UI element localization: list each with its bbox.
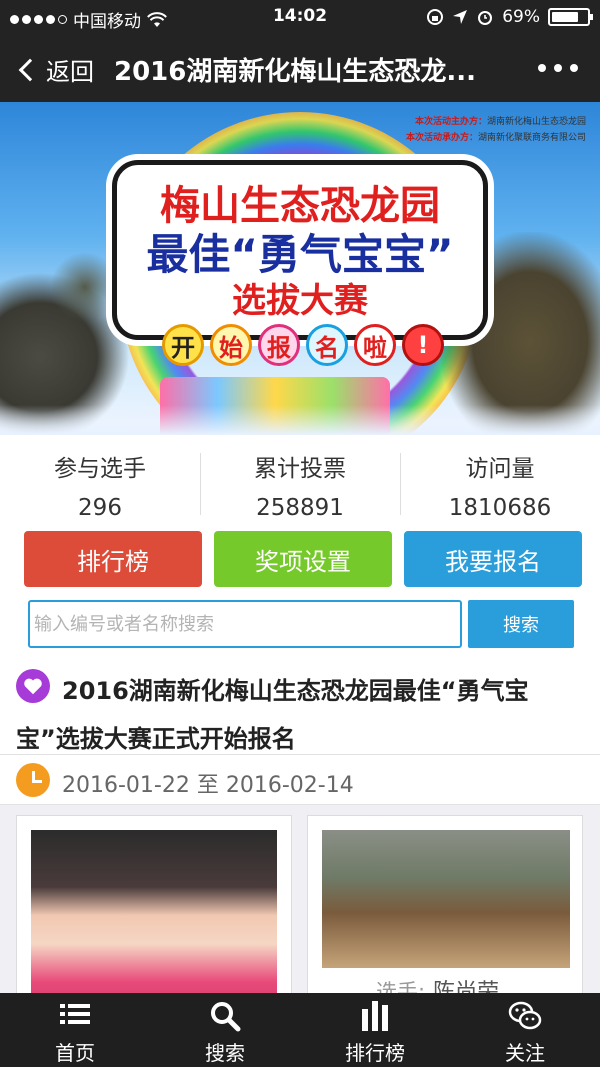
stat-label: 参与选手: [54, 456, 146, 482]
stats-panel: 参与选手 296 累计投票 258891 访问量 1810686: [0, 435, 600, 527]
stat-participants: 参与选手 296: [0, 435, 200, 527]
event-date-section: 2016-01-22 至 2016-02-14: [0, 755, 600, 805]
contestant-grid: 选手:陈尚荣: [0, 805, 600, 1015]
tab-follow[interactable]: 关注: [450, 993, 600, 1067]
tab-ranking[interactable]: 排行榜: [300, 993, 450, 1067]
event-title: 2016湖南新化梅山生态恐龙园最佳“勇气宝宝”选拔大赛正式开始报名: [16, 677, 529, 753]
alarm-icon: [478, 11, 493, 25]
banner-bubbles: 开 始 报 名 啦 !: [162, 324, 444, 366]
chevron-left-icon: [18, 58, 42, 81]
undertaker-name: 湖南新化聚联商务有限公司: [477, 133, 586, 143]
search-button[interactable]: 搜索: [468, 600, 574, 648]
event-title-section: 2016湖南新化梅山生态恐龙园最佳“勇气宝宝”选拔大赛正式开始报名: [0, 657, 600, 755]
banner-bubble: !: [402, 324, 444, 366]
rotation-lock-icon: [427, 9, 444, 25]
stat-value: 296: [78, 495, 122, 521]
action-buttons: 排行榜 奖项设置 我要报名: [0, 527, 600, 595]
back-label: 返回: [46, 58, 94, 86]
location-icon: [453, 10, 468, 24]
stat-visits: 访问量 1810686: [400, 435, 600, 527]
page-title: 2016湖南新化梅山生态恐龙...: [114, 57, 476, 87]
clock-icon: [16, 763, 50, 797]
more-options-icon[interactable]: [538, 64, 578, 72]
banner-bubble: 报: [258, 324, 300, 366]
stat-value: 1810686: [448, 495, 552, 521]
tab-label: 首页: [55, 1041, 95, 1065]
banner-bubble: 名: [306, 324, 348, 366]
battery-icon: [548, 8, 593, 26]
ranking-button[interactable]: 排行榜: [24, 531, 202, 587]
banner-bubble: 始: [210, 324, 252, 366]
signup-button[interactable]: 我要报名: [404, 531, 582, 587]
contestant-card[interactable]: [16, 815, 292, 1015]
contestant-photo[interactable]: [322, 830, 570, 968]
organizer-name: 湖南新化梅山生态恐龙园: [486, 117, 586, 127]
list-icon: [60, 1004, 90, 1024]
back-button[interactable]: 返回: [16, 52, 94, 87]
bottom-tab-bar: 首页 搜索 排行榜 关注: [0, 993, 600, 1067]
banner-ground: [0, 405, 600, 435]
tab-label: 搜索: [205, 1041, 245, 1065]
search-bar: 搜索: [0, 595, 600, 657]
prize-settings-button[interactable]: 奖项设置: [214, 531, 392, 587]
stat-votes: 累计投票 258891: [200, 435, 400, 527]
stat-value: 258891: [256, 495, 344, 521]
undertaker-label: 本次活动承办方：: [405, 133, 478, 143]
banner-bubble: 啦: [354, 324, 396, 366]
event-banner: 本次活动主办方：湖南新化梅山生态恐龙园 本次活动承办方：湖南新化聚联商务有限公司…: [0, 102, 600, 435]
banner-line-3: 选拔大赛: [232, 281, 368, 321]
status-right: 69%: [426, 7, 593, 27]
contestant-photo[interactable]: [31, 830, 277, 1014]
battery-percent: 69%: [502, 7, 540, 27]
status-bar: 中国移动 14:02 69%: [0, 0, 600, 34]
event-date-range: 2016-01-22 至 2016-02-14: [62, 773, 354, 798]
chat-icon: [508, 1001, 542, 1030]
stat-label: 访问量: [465, 456, 535, 482]
dinosaur-image-small: [50, 252, 120, 322]
search-icon: [211, 1002, 241, 1032]
stat-label: 累计投票: [254, 456, 346, 482]
tab-home[interactable]: 首页: [0, 993, 150, 1067]
contestant-card[interactable]: 选手:陈尚荣: [307, 815, 583, 1015]
search-input[interactable]: [28, 600, 462, 648]
tab-search[interactable]: 搜索: [150, 993, 300, 1067]
banner-bubble: 开: [162, 324, 204, 366]
tab-label: 关注: [505, 1041, 545, 1065]
navigation-bar: 返回 2016湖南新化梅山生态恐龙...: [0, 34, 600, 102]
heart-icon: [16, 669, 50, 703]
organizer-label: 本次活动主办方：: [414, 117, 487, 127]
tab-label: 排行榜: [345, 1041, 405, 1065]
organizer-info: 本次活动主办方：湖南新化梅山生态恐龙园 本次活动承办方：湖南新化聚联商务有限公司: [406, 114, 586, 146]
bar-chart-icon: [362, 1001, 388, 1031]
banner-sign: 梅山生态恐龙园 最佳“勇气宝宝” 选拔大赛: [112, 160, 488, 340]
